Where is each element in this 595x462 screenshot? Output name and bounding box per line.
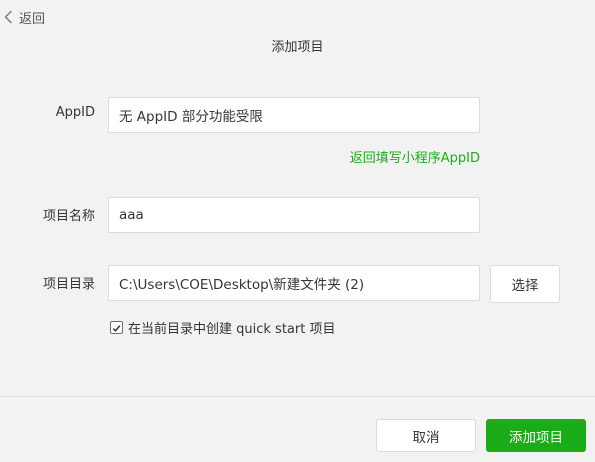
add-project-page: 返回 添加项目 AppID 无 AppID 部分功能受限 返回填写小程序AppI… <box>0 0 595 462</box>
appid-label: AppID <box>55 105 95 120</box>
project-dir-input[interactable]: C:\Users\COE\Desktop\新建文件夹 (2) <box>108 265 480 301</box>
choose-directory-button[interactable]: 选择 <box>490 265 560 303</box>
quickstart-checkbox-row[interactable]: 在当前目录中创建 quick start 项目 <box>110 318 336 337</box>
project-name-label: 项目名称 <box>42 209 95 224</box>
cancel-button[interactable]: 取消 <box>376 419 476 452</box>
page-title: 添加项目 <box>271 40 324 55</box>
back-label: 返回 <box>19 11 46 27</box>
back-link[interactable]: 返回 <box>4 7 45 27</box>
quickstart-checkbox[interactable] <box>110 318 123 337</box>
project-name-input[interactable]: aaa <box>108 197 480 233</box>
quickstart-label: 在当前目录中创建 quick start 项目 <box>128 321 336 337</box>
appid-hint-link[interactable]: 返回填写小程序AppID <box>250 147 480 166</box>
checkmark-icon <box>112 318 121 337</box>
project-dir-label: 项目目录 <box>42 277 95 292</box>
add-project-button[interactable]: 添加项目 <box>486 419 586 452</box>
appid-field[interactable]: 无 AppID 部分功能受限 <box>108 97 480 133</box>
footer-divider <box>0 396 595 397</box>
chevron-left-icon <box>4 10 13 24</box>
